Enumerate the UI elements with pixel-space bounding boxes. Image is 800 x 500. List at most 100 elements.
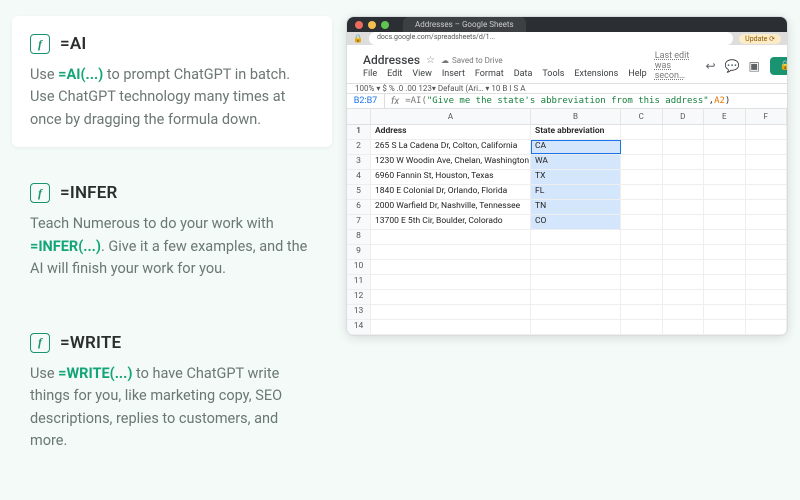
row-header[interactable]: 4 (347, 170, 371, 184)
cell[interactable] (704, 185, 746, 199)
cell[interactable] (746, 170, 788, 184)
last-edit[interactable]: Last edit was secon… (655, 51, 696, 81)
history-icon[interactable]: ↩ (705, 59, 715, 73)
row-header[interactable]: 9 (347, 245, 371, 259)
row-header[interactable]: 5 (347, 185, 371, 199)
doc-title[interactable]: Addresses (363, 53, 420, 67)
cell[interactable] (663, 185, 705, 199)
star-icon[interactable]: ☆ (426, 55, 435, 66)
cell[interactable] (621, 200, 663, 214)
cell[interactable] (704, 215, 746, 229)
row-header[interactable]: 11 (347, 275, 371, 289)
row-header[interactable]: 3 (347, 155, 371, 169)
col-header[interactable]: D (663, 109, 705, 124)
cell[interactable]: WA (531, 155, 621, 169)
browser-tab[interactable]: Addresses – Google Sheets (403, 17, 526, 32)
cell[interactable] (663, 320, 705, 334)
cell[interactable] (746, 260, 788, 274)
cell[interactable] (621, 170, 663, 184)
cell[interactable] (621, 125, 663, 139)
cell[interactable] (621, 260, 663, 274)
url-field[interactable]: docs.google.com/spreadsheets/d/1... (369, 32, 733, 45)
row-header[interactable]: 2 (347, 140, 371, 154)
menu-help[interactable]: Help (628, 69, 646, 79)
cell[interactable] (621, 275, 663, 289)
cell[interactable] (371, 290, 531, 304)
cell[interactable] (531, 245, 621, 259)
menu-tools[interactable]: Tools (542, 69, 564, 79)
cell[interactable] (663, 215, 705, 229)
cell[interactable] (746, 215, 788, 229)
cell[interactable] (746, 290, 788, 304)
cell[interactable] (371, 260, 531, 274)
cell[interactable] (663, 155, 705, 169)
cell[interactable] (746, 245, 788, 259)
cell[interactable] (371, 335, 531, 336)
col-header[interactable]: B (531, 109, 621, 124)
cell[interactable]: 1230 W Woodin Ave, Chelan, Washington (371, 155, 531, 169)
grid[interactable]: 1AddressState abbreviation2265 S La Cade… (347, 125, 787, 336)
row-header[interactable]: 13 (347, 305, 371, 319)
name-box[interactable]: B2:B7 (347, 94, 385, 108)
cell[interactable] (621, 290, 663, 304)
cell[interactable] (704, 275, 746, 289)
cell[interactable] (621, 215, 663, 229)
cell[interactable]: 13700 E 5th Cir, Boulder, Colorado (371, 215, 531, 229)
cell[interactable] (531, 275, 621, 289)
cell[interactable] (371, 275, 531, 289)
cell[interactable] (621, 155, 663, 169)
cell[interactable] (746, 185, 788, 199)
cell[interactable] (704, 245, 746, 259)
cell[interactable] (704, 155, 746, 169)
cell[interactable] (704, 230, 746, 244)
cell[interactable]: 2000 Warfield Dr, Nashville, Tennessee (371, 200, 531, 214)
cell[interactable] (746, 200, 788, 214)
row-header[interactable]: 6 (347, 200, 371, 214)
cell[interactable] (621, 305, 663, 319)
cell[interactable] (531, 320, 621, 334)
cell[interactable] (531, 290, 621, 304)
col-header[interactable]: F (746, 109, 788, 124)
cell[interactable] (704, 170, 746, 184)
col-header[interactable]: C (621, 109, 663, 124)
cell[interactable] (746, 320, 788, 334)
row-header[interactable]: 14 (347, 320, 371, 334)
cell[interactable] (746, 335, 788, 336)
menu-edit[interactable]: Edit (387, 69, 402, 79)
row-header[interactable]: 15 (347, 335, 371, 336)
menu-data[interactable]: Data (514, 69, 533, 79)
cell[interactable] (621, 185, 663, 199)
cell[interactable] (371, 230, 531, 244)
cell[interactable] (746, 305, 788, 319)
menu-file[interactable]: File (363, 69, 377, 79)
cell[interactable] (621, 320, 663, 334)
cell[interactable]: CA (531, 140, 621, 154)
toolbar[interactable]: 100% ▾ $ % .0 .00 123▾ Default (Ari… ▾ 1… (347, 83, 787, 94)
cell[interactable] (704, 290, 746, 304)
cell[interactable]: CO (531, 215, 621, 229)
cell[interactable]: State abbreviation (531, 125, 621, 139)
cell[interactable] (663, 170, 705, 184)
cell[interactable] (371, 245, 531, 259)
cell[interactable] (663, 125, 705, 139)
cell[interactable] (704, 320, 746, 334)
cell[interactable] (704, 125, 746, 139)
menu-format[interactable]: Format (475, 69, 504, 79)
comment-icon[interactable]: 💬 (725, 59, 740, 73)
cell[interactable] (531, 305, 621, 319)
cell[interactable] (746, 140, 788, 154)
cell[interactable] (371, 320, 531, 334)
cell[interactable]: 1840 E Colonial Dr, Orlando, Florida (371, 185, 531, 199)
cell[interactable] (371, 305, 531, 319)
cell[interactable] (663, 245, 705, 259)
share-button[interactable]: 🔒 Share (770, 57, 788, 75)
row-header[interactable]: 10 (347, 260, 371, 274)
meet-icon[interactable]: ▣ (748, 59, 759, 73)
cell[interactable]: 265 S La Cadena Dr, Colton, California (371, 140, 531, 154)
cell[interactable] (663, 260, 705, 274)
row-header[interactable]: 1 (347, 125, 371, 139)
formula-input[interactable]: =AI("Give me the state's abbreviation fr… (405, 96, 730, 106)
cell[interactable]: TN (531, 200, 621, 214)
cell[interactable]: FL (531, 185, 621, 199)
cell[interactable] (746, 230, 788, 244)
